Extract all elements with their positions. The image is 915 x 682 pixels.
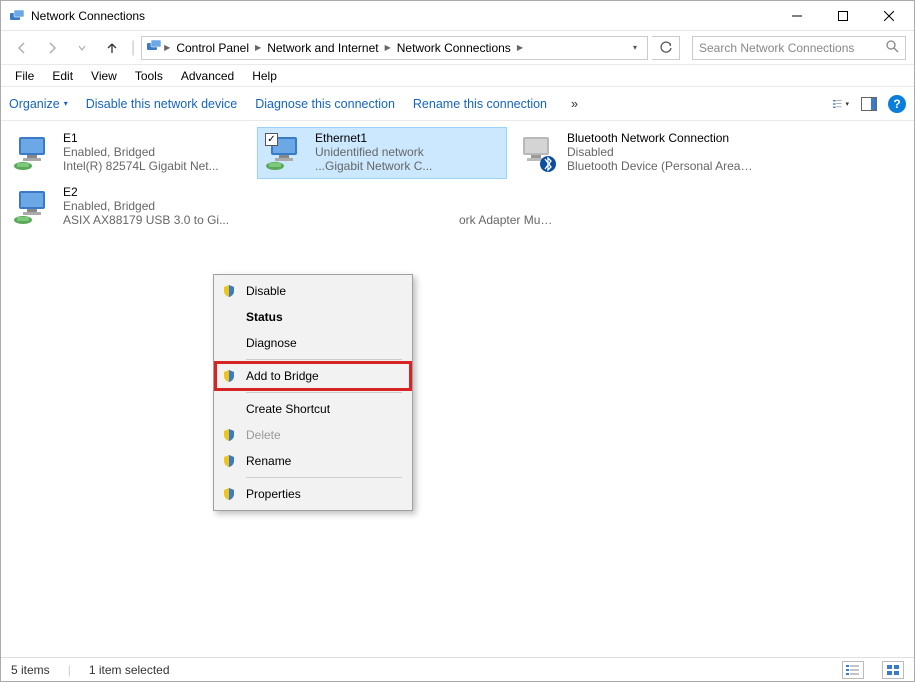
- connection-item-partial[interactable]: ork Adapter Multi...: [259, 181, 559, 233]
- context-properties[interactable]: Properties: [216, 481, 410, 507]
- menu-tools[interactable]: Tools: [127, 67, 171, 85]
- connection-device: Intel(R) 82574L Gigabit Net...: [63, 159, 219, 173]
- shield-icon: [220, 282, 238, 300]
- app-icon: [9, 8, 25, 24]
- network-adapter-icon: [11, 131, 57, 175]
- help-button[interactable]: ?: [888, 95, 906, 113]
- selection-checkbox[interactable]: ✓: [265, 133, 278, 146]
- context-diagnose[interactable]: Diagnose: [216, 330, 410, 356]
- large-icons-view-button[interactable]: [882, 661, 904, 679]
- preview-pane-button[interactable]: [860, 95, 878, 113]
- overflow-button[interactable]: »: [571, 97, 578, 111]
- search-box[interactable]: Search Network Connections: [692, 36, 906, 60]
- connection-status: Enabled, Bridged: [63, 199, 229, 213]
- close-button[interactable]: [866, 1, 912, 31]
- chevron-right-icon[interactable]: ▶: [255, 43, 261, 52]
- context-delete: Delete: [216, 422, 410, 448]
- breadcrumb-control-panel[interactable]: Control Panel: [172, 41, 253, 55]
- connection-name: E1: [63, 131, 219, 145]
- menu-view[interactable]: View: [83, 67, 125, 85]
- items-view[interactable]: E1 Enabled, Bridged Intel(R) 82574L Giga…: [1, 121, 914, 657]
- chevron-down-icon: ▾: [845, 100, 849, 108]
- command-bar: Organize ▾ Disable this network device D…: [1, 87, 914, 121]
- connection-device: ...Gigabit Network C...: [315, 159, 432, 173]
- shield-icon: [220, 367, 238, 385]
- connection-device: Bluetooth Device (Personal Area ...: [567, 159, 753, 173]
- forward-button[interactable]: [39, 35, 65, 61]
- context-disable[interactable]: Disable: [216, 278, 410, 304]
- context-rename[interactable]: Rename: [216, 448, 410, 474]
- item-count: 5 items: [11, 663, 50, 677]
- connection-name: E2: [63, 185, 229, 199]
- network-adapter-icon: [515, 131, 561, 175]
- chevron-down-icon: ▾: [64, 99, 68, 108]
- connection-status: Enabled, Bridged: [63, 145, 219, 159]
- chevron-right-icon[interactable]: ▶: [164, 43, 170, 52]
- connection-item[interactable]: E2 Enabled, Bridged ASIX AX88179 USB 3.0…: [5, 181, 255, 233]
- connection-status: Disabled: [567, 145, 753, 159]
- back-button[interactable]: [9, 35, 35, 61]
- connection-name: Ethernet1: [315, 131, 432, 145]
- network-adapter-icon: [11, 185, 57, 229]
- address-history-dropdown[interactable]: ▾: [627, 43, 643, 52]
- window-title: Network Connections: [31, 9, 774, 23]
- connection-item[interactable]: E1 Enabled, Bridged Intel(R) 82574L Giga…: [5, 127, 255, 179]
- view-options-button[interactable]: ▾: [832, 95, 850, 113]
- details-view-button[interactable]: [842, 661, 864, 679]
- window-controls: [774, 1, 912, 31]
- context-separator: [246, 477, 402, 478]
- breadcrumb-network-internet[interactable]: Network and Internet: [263, 41, 382, 55]
- organize-button[interactable]: Organize ▾: [9, 97, 68, 111]
- nav-separator: |: [131, 39, 135, 57]
- network-adapter-icon: ✓: [263, 131, 309, 175]
- address-bar[interactable]: ▶ Control Panel ▶ Network and Internet ▶…: [141, 36, 648, 60]
- connection-item-selected[interactable]: ✓ Ethernet1 Unidentified network ...Giga…: [257, 127, 507, 179]
- up-button[interactable]: [99, 35, 125, 61]
- titlebar: Network Connections: [1, 1, 914, 31]
- refresh-button[interactable]: [652, 36, 680, 60]
- context-status[interactable]: Status: [216, 304, 410, 330]
- connection-item[interactable]: Bluetooth Network Connection Disabled Bl…: [509, 127, 759, 179]
- shield-icon: [220, 426, 238, 444]
- minimize-button[interactable]: [774, 1, 820, 31]
- context-create-shortcut[interactable]: Create Shortcut: [216, 396, 410, 422]
- connection-device: ork Adapter Multi...: [459, 213, 553, 227]
- connection-device: ASIX AX88179 USB 3.0 to Gi...: [63, 213, 229, 227]
- path-icon: [146, 38, 162, 57]
- menu-file[interactable]: File: [7, 67, 42, 85]
- disable-device-button[interactable]: Disable this network device: [86, 97, 237, 111]
- diagnose-connection-button[interactable]: Diagnose this connection: [255, 97, 395, 111]
- menu-help[interactable]: Help: [244, 67, 285, 85]
- shield-icon: [220, 452, 238, 470]
- chevron-right-icon[interactable]: ▶: [517, 43, 523, 52]
- context-menu: Disable Status Diagnose Add to Bridge Cr…: [213, 274, 413, 511]
- statusbar: 5 items | 1 item selected: [1, 657, 914, 681]
- search-placeholder: Search Network Connections: [699, 41, 886, 55]
- menubar: File Edit View Tools Advanced Help: [1, 65, 914, 87]
- recent-locations-button[interactable]: [69, 35, 95, 61]
- breadcrumb-network-connections[interactable]: Network Connections: [393, 41, 515, 55]
- maximize-button[interactable]: [820, 1, 866, 31]
- search-icon[interactable]: [886, 40, 899, 56]
- context-separator: [246, 392, 402, 393]
- navbar: | ▶ Control Panel ▶ Network and Internet…: [1, 31, 914, 65]
- context-add-to-bridge[interactable]: Add to Bridge: [216, 363, 410, 389]
- context-separator: [246, 359, 402, 360]
- connection-status: Unidentified network: [315, 145, 432, 159]
- selection-count: 1 item selected: [89, 663, 170, 677]
- menu-edit[interactable]: Edit: [44, 67, 81, 85]
- chevron-right-icon[interactable]: ▶: [385, 43, 391, 52]
- rename-connection-button[interactable]: Rename this connection: [413, 97, 547, 111]
- connection-name: Bluetooth Network Connection: [567, 131, 753, 145]
- menu-advanced[interactable]: Advanced: [173, 67, 242, 85]
- shield-icon: [220, 485, 238, 503]
